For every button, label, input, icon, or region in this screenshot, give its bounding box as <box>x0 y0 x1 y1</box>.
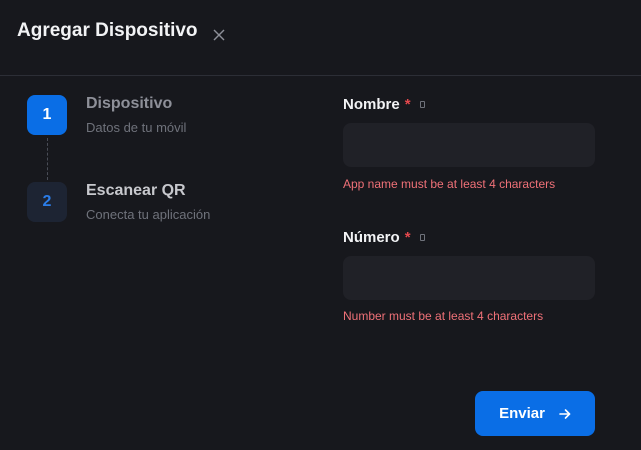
modal-header: Agregar Dispositivo <box>0 0 641 76</box>
submit-button[interactable]: Enviar <box>475 391 595 436</box>
name-required-mark: * <box>404 96 411 113</box>
name-error: App name must be at least 4 characters <box>343 177 556 191</box>
number-field-label: Número * <box>343 229 425 246</box>
number-input[interactable] <box>343 256 595 300</box>
number-error: Number must be at least 4 characters <box>343 309 544 323</box>
step-1-subtitle: Datos de tu móvil <box>86 120 187 135</box>
close-icon <box>213 29 225 41</box>
number-label-text: Número <box>343 229 400 246</box>
name-field-label: Nombre * <box>343 96 425 113</box>
modal-title: Agregar Dispositivo <box>17 20 198 41</box>
name-input[interactable] <box>343 123 595 167</box>
step-1-badge: 1 <box>27 95 67 135</box>
info-icon <box>419 234 425 241</box>
step-1-title: Dispositivo <box>86 95 173 112</box>
step-connector <box>47 138 48 180</box>
step-2-subtitle: Conecta tu aplicación <box>86 207 211 222</box>
submit-label: Enviar <box>499 405 545 422</box>
name-label-text: Nombre <box>343 96 400 113</box>
step-2-title: Escanear QR <box>86 182 186 199</box>
arrow-right-icon <box>559 408 571 420</box>
info-icon <box>419 101 425 108</box>
number-required-mark: * <box>404 229 411 246</box>
close-button[interactable] <box>212 28 226 42</box>
add-device-modal: Agregar Dispositivo 1 Dispositivo Datos … <box>0 0 641 450</box>
step-2-badge: 2 <box>27 182 67 222</box>
